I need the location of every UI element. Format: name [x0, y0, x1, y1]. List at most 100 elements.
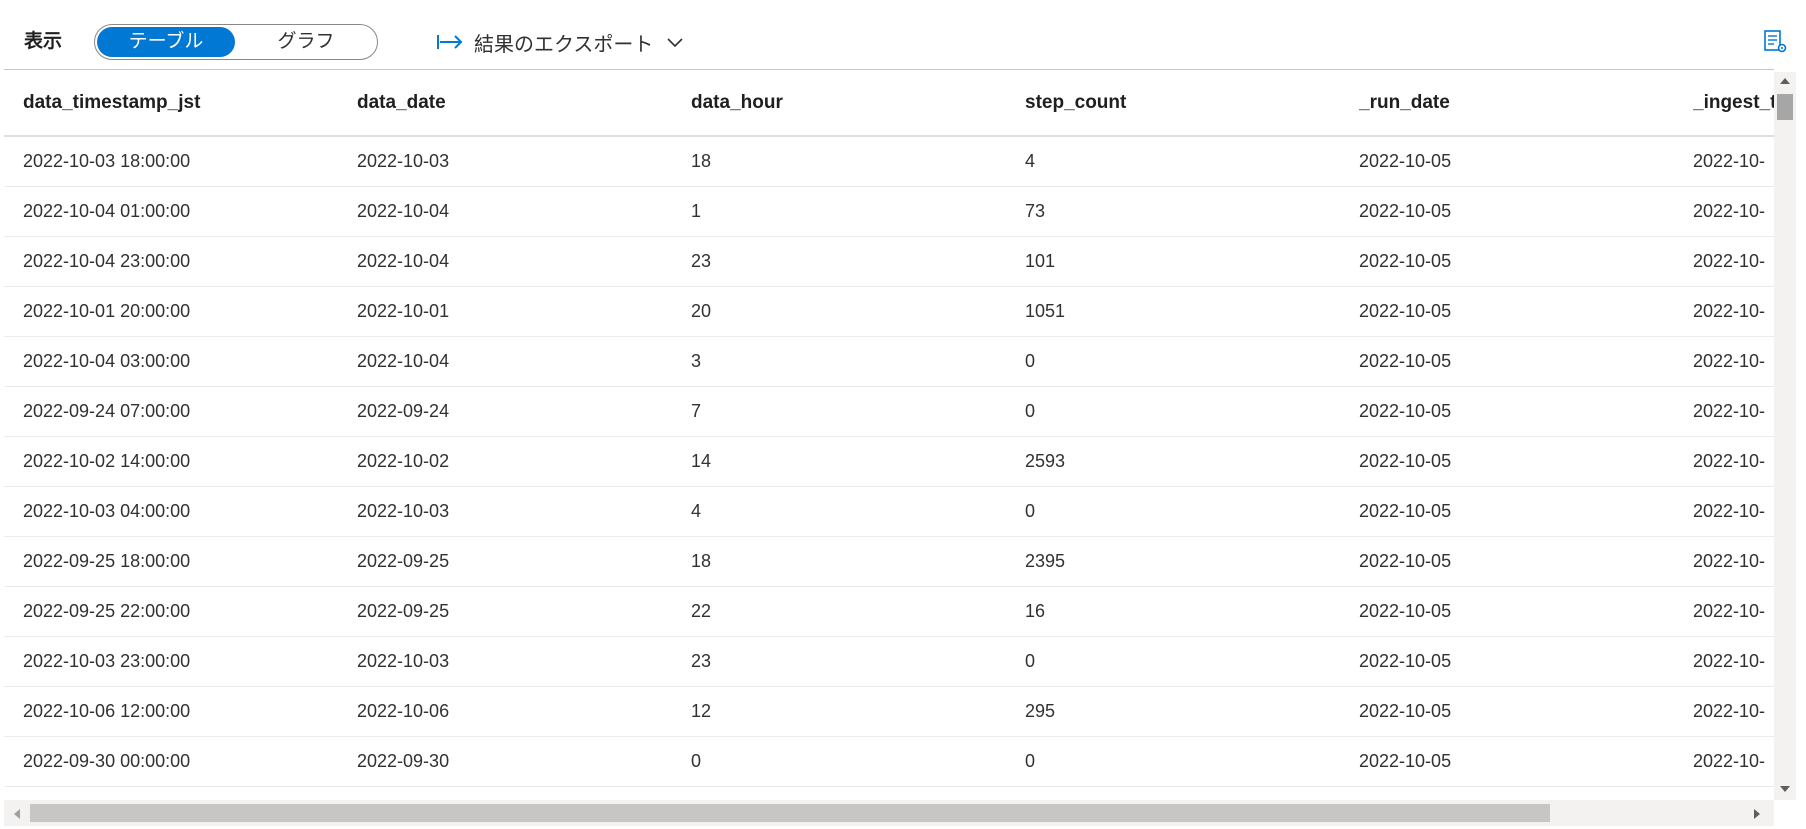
vertical-scroll-thumb[interactable] — [1777, 94, 1793, 120]
table-cell: 2022-10- — [1693, 401, 1766, 421]
table-cell: 0 — [1025, 751, 1036, 771]
table-cell: 2022-10-05 — [1359, 251, 1452, 271]
graph-view-toggle[interactable]: グラフ — [237, 27, 375, 57]
table-cell: 2022-10-03 04:00:00 — [23, 501, 191, 521]
table-cell: 2022-10- — [1693, 751, 1766, 771]
table-cell: 2022-10-03 18:00:00 — [23, 151, 191, 171]
table-cell: 0 — [1025, 401, 1036, 421]
table-cell: 2022-10- — [1693, 701, 1766, 721]
table-row[interactable]: 2022-10-04 23:00:00 2022-10-04 23 101 2022-1… — [4, 237, 1774, 287]
column-header[interactable]: _run_date — [1359, 70, 1679, 135]
view-toggle: テーブル グラフ — [94, 24, 378, 60]
table-cell: 2022-10- — [1693, 351, 1766, 371]
table-cell: 1 — [691, 201, 702, 221]
column-header[interactable]: data_hour — [691, 70, 1011, 135]
table-row[interactable]: 2022-09-30 00:00:00 2022-09-30 0 0 2022-10-0… — [4, 737, 1774, 787]
table-cell: 2022-10-05 — [1359, 201, 1452, 221]
vertical-scrollbar[interactable] — [1774, 72, 1796, 800]
table-cell: 2022-10-05 — [1359, 151, 1452, 171]
table-view-toggle[interactable]: テーブル — [97, 27, 235, 57]
table-cell: 3 — [691, 351, 702, 371]
table-row[interactable]: 2022-09-25 18:00:00 2022-09-25 18 2395 2022-… — [4, 537, 1774, 587]
table-cell: 2022-10-05 — [1359, 401, 1452, 421]
table-cell: 2022-10- — [1693, 651, 1766, 671]
table-cell: 18 — [691, 551, 712, 571]
table-row[interactable]: 2022-10-03 18:00:00 2022-10-03 18 4 2022-10-… — [4, 137, 1774, 187]
export-arrow-icon — [437, 35, 463, 49]
table-cell: 2022-09-24 — [357, 401, 450, 421]
scroll-left-icon[interactable] — [12, 808, 22, 820]
table-cell: 2022-10-05 — [1359, 501, 1452, 521]
export-results-button[interactable]: 結果のエクスポート — [436, 26, 683, 58]
table-cell: 2022-10-03 23:00:00 — [23, 651, 191, 671]
table-cell: 2022-10-01 — [357, 301, 450, 321]
table-cell: 2022-10-05 — [1359, 451, 1452, 471]
table-row[interactable]: 2022-10-01 20:00:00 2022-10-01 20 1051 2022-… — [4, 287, 1774, 337]
table-cell: 2022-10- — [1693, 551, 1766, 571]
column-settings-icon[interactable] — [1762, 28, 1788, 54]
table-cell: 12 — [691, 701, 712, 721]
table-cell: 2593 — [1025, 451, 1066, 471]
column-header[interactable]: step_count — [1025, 70, 1345, 135]
table-cell: 73 — [1025, 201, 1046, 221]
scroll-right-icon[interactable] — [1752, 808, 1762, 820]
table-cell: 295 — [1025, 701, 1056, 721]
table-cell: 7 — [691, 401, 702, 421]
export-results-label: 結果のエクスポート — [474, 33, 654, 56]
results-table: data_timestamp_jst data_date data_hour s… — [4, 69, 1774, 799]
table-cell: 0 — [691, 751, 702, 771]
table-cell: 2022-10-05 — [1359, 551, 1452, 571]
table-row[interactable]: 2022-10-06 12:00:00 2022-10-06 12 295 2022-1… — [4, 687, 1774, 737]
table-cell: 2022-10-06 12:00:00 — [23, 701, 191, 721]
table-cell: 2022-10- — [1693, 501, 1766, 521]
table-row[interactable]: 2022-10-04 01:00:00 2022-10-04 1 73 2022-10-… — [4, 187, 1774, 237]
table-cell: 0 — [1025, 351, 1036, 371]
table-cell: 2022-10-05 — [1359, 301, 1452, 321]
table-cell: 2022-10-04 23:00:00 — [23, 251, 191, 271]
table-cell: 2022-10- — [1693, 201, 1766, 221]
table-cell: 2022-10- — [1693, 151, 1766, 171]
table-cell: 2022-10-01 20:00:00 — [23, 301, 191, 321]
table-cell: 0 — [1025, 651, 1036, 671]
table-row[interactable]: 2022-10-02 14:00:00 2022-10-02 14 2593 2022-… — [4, 437, 1774, 487]
table-cell: 2022-10-04 — [357, 251, 450, 271]
table-cell: 2022-09-25 18:00:00 — [23, 551, 191, 571]
table-row[interactable]: 2022-09-25 22:00:00 2022-09-25 22 16 2022-10… — [4, 587, 1774, 637]
table-row[interactable]: 2022-09-24 07:00:00 2022-09-24 7 0 2022-10-0… — [4, 387, 1774, 437]
chevron-down-icon — [667, 38, 683, 48]
column-header[interactable]: _ingest_ti — [1693, 70, 1774, 135]
table-cell: 2022-10-02 14:00:00 — [23, 451, 191, 471]
table-cell: 14 — [691, 451, 712, 471]
results-table-body: data_timestamp_jst data_date data_hour s… — [4, 70, 1774, 787]
table-cell: 20 — [691, 301, 712, 321]
table-cell: 2022-10-05 — [1359, 751, 1452, 771]
table-cell: 4 — [1025, 151, 1036, 171]
table-cell: 2022-10-02 — [357, 451, 450, 471]
table-cell: 2022-10-05 — [1359, 701, 1452, 721]
table-cell: 2022-09-25 22:00:00 — [23, 601, 191, 621]
table-row[interactable]: 2022-10-04 03:00:00 2022-10-04 3 0 2022-10-0… — [4, 337, 1774, 387]
view-label: 表示 — [24, 31, 63, 52]
table-cell: 23 — [691, 651, 712, 671]
table-cell: 2395 — [1025, 551, 1066, 571]
table-cell: 2022-10-03 — [357, 151, 450, 171]
table-header-row: data_timestamp_jst data_date data_hour s… — [4, 70, 1774, 137]
table-row[interactable]: 2022-10-03 23:00:00 2022-10-03 23 0 2022-10-… — [4, 637, 1774, 687]
table-row[interactable]: 2022-10-03 04:00:00 2022-10-03 4 0 2022-10-0… — [4, 487, 1774, 537]
table-cell: 2022-09-25 — [357, 601, 450, 621]
horizontal-scroll-thumb[interactable] — [30, 804, 1550, 822]
table-cell: 101 — [1025, 251, 1056, 271]
horizontal-scrollbar[interactable] — [4, 800, 1774, 826]
table-cell: 2022-10-05 — [1359, 601, 1452, 621]
column-header[interactable]: data_timestamp_jst — [23, 70, 343, 135]
table-cell: 1051 — [1025, 301, 1066, 321]
table-cell: 16 — [1025, 601, 1046, 621]
scroll-up-icon[interactable] — [1779, 76, 1791, 86]
table-cell: 0 — [1025, 501, 1036, 521]
table-cell: 2022-09-25 — [357, 551, 450, 571]
table-cell: 2022-09-30 — [357, 751, 450, 771]
scroll-down-icon[interactable] — [1779, 784, 1791, 794]
column-header[interactable]: data_date — [357, 70, 677, 135]
table-cell: 2022-10- — [1693, 601, 1766, 621]
table-cell: 2022-09-30 00:00:00 — [23, 751, 191, 771]
